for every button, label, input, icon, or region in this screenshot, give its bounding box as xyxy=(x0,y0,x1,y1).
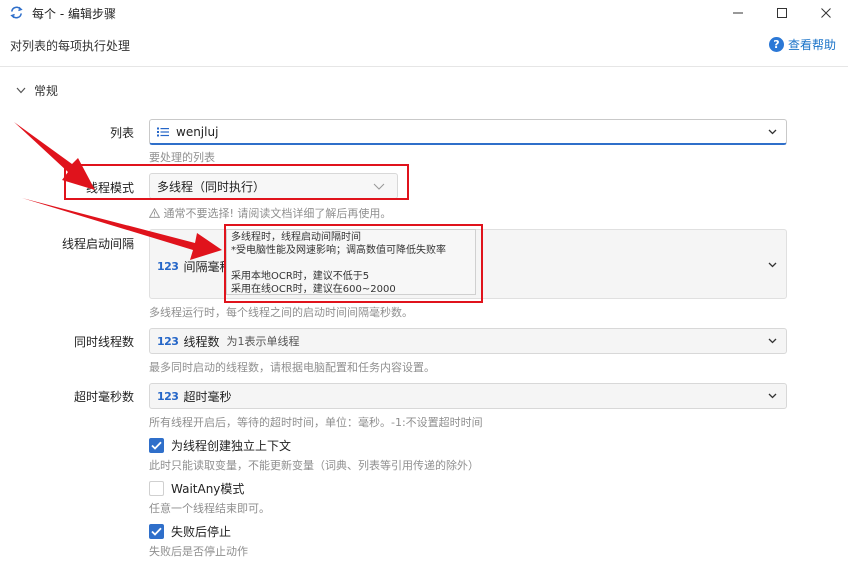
step-description: 对列表的每项执行处理 xyxy=(10,39,131,53)
number-icon: 123 xyxy=(157,260,179,273)
thread-mode-label: 线程模式 xyxy=(85,181,134,195)
tooltip-line: *受电脑性能及网速影响；调高数值可降低失败率 xyxy=(231,245,446,256)
chevron-down-icon xyxy=(768,262,777,268)
tooltip-line xyxy=(231,257,471,270)
timeout-label: 超时毫秒数 xyxy=(73,390,134,404)
checkbox-stop-on-failure[interactable]: 失败后停止 xyxy=(149,523,231,540)
number-icon: 123 xyxy=(157,334,179,348)
concurrent-hint: 最多同时启动的线程数，请根据电脑配置和任务内容设置。 xyxy=(149,361,435,374)
checkbox-label: WaitAny模式 xyxy=(171,482,245,496)
interval-tooltip: 多线程时，线程启动间隔时间 *受电脑性能及网速影响；调高数值可降低失败率 采用本… xyxy=(226,229,476,295)
checkbox-waitany[interactable]: WaitAny模式 xyxy=(149,480,244,497)
chevron-down-icon xyxy=(768,129,777,134)
concurrent-input[interactable]: 123 线程数 为1表示单线程 xyxy=(149,328,787,354)
list-value: wenjluj xyxy=(176,124,219,139)
tooltip-line: 多线程时，线程启动间隔时间 xyxy=(231,232,361,243)
loop-arrows-icon xyxy=(10,6,23,19)
start-interval-hint: 多线程运行时，每个线程之间的启动时间间隔毫秒数。 xyxy=(149,306,413,319)
chevron-down-icon xyxy=(768,338,777,344)
minimize-icon xyxy=(733,12,743,14)
concurrent-label: 同时线程数 xyxy=(73,335,134,349)
checkbox-label: 为线程创建独立上下文 xyxy=(171,439,292,453)
maximize-button[interactable] xyxy=(760,0,804,26)
timeout-input[interactable]: 123 超时毫秒 xyxy=(149,383,787,409)
thread-mode-hint-text: 通常不要选择! 请阅读文档详细了解后再使用。 xyxy=(163,207,392,220)
checkbox-checked[interactable] xyxy=(149,438,164,453)
start-interval-placeholder: 间隔毫秒 xyxy=(183,260,232,274)
minimize-button[interactable] xyxy=(716,0,760,26)
number-icon: 123 xyxy=(157,389,179,403)
list-hint: 要处理的列表 xyxy=(149,151,215,164)
list-icon xyxy=(157,127,169,136)
list-label: 列表 xyxy=(109,126,134,140)
thread-mode-hint: 通常不要选择! 请阅读文档详细了解后再使用。 xyxy=(148,205,392,221)
help-label: 查看帮助 xyxy=(787,38,836,52)
checkbox-label: 失败后停止 xyxy=(171,525,232,539)
header-divider xyxy=(0,66,848,67)
checkbox-unchecked[interactable] xyxy=(149,481,164,496)
concurrent-placeholder-sub: 为1表示单线程 xyxy=(226,335,300,348)
timeout-hint: 所有线程开启后，等待的超时时间，单位：毫秒。-1:不设置超时时间 xyxy=(149,416,483,429)
close-button[interactable] xyxy=(804,0,848,26)
tooltip-line: 采用本地OCR时，建议不低于5 xyxy=(231,271,370,282)
thread-mode-value: 多线程（同时执行） xyxy=(157,179,266,194)
list-select[interactable]: wenjluj xyxy=(149,119,787,145)
thread-mode-select[interactable]: 多线程（同时执行） xyxy=(149,173,398,199)
tooltip-line: 采用在线OCR时，建议在600~2000 xyxy=(231,284,396,295)
chevron-down-icon xyxy=(373,183,385,190)
question-circle-icon: ? xyxy=(768,37,784,52)
warning-icon xyxy=(148,207,161,218)
checkbox-hint: 任意一个线程结束即可。 xyxy=(149,502,270,515)
concurrent-placeholder: 线程数 xyxy=(183,334,220,349)
checkbox-isolated-context[interactable]: 为线程创建独立上下文 xyxy=(149,437,291,454)
checkbox-hint: 此时只能读取变量，不能更新变量（词典、列表等引用传递的除外） xyxy=(149,459,479,472)
help-link[interactable]: ? 查看帮助 xyxy=(768,36,836,53)
window-title: 每个 - 编辑步骤 xyxy=(32,7,116,21)
checkbox-checked[interactable] xyxy=(149,524,164,539)
title-bar: 每个 - 编辑步骤 xyxy=(0,0,848,26)
start-interval-label: 线程启动间隔 xyxy=(61,237,134,251)
check-icon xyxy=(151,441,162,450)
check-icon xyxy=(151,527,162,536)
timeout-placeholder: 超时毫秒 xyxy=(183,389,232,404)
maximize-icon xyxy=(777,8,787,18)
chevron-down-icon xyxy=(768,393,777,399)
section-title: 常规 xyxy=(34,84,59,98)
close-icon xyxy=(821,8,831,18)
section-general-toggle[interactable]: 常规 xyxy=(16,82,58,99)
chevron-down-icon xyxy=(16,87,26,94)
checkbox-hint: 失败后是否停止动作 xyxy=(149,545,248,558)
